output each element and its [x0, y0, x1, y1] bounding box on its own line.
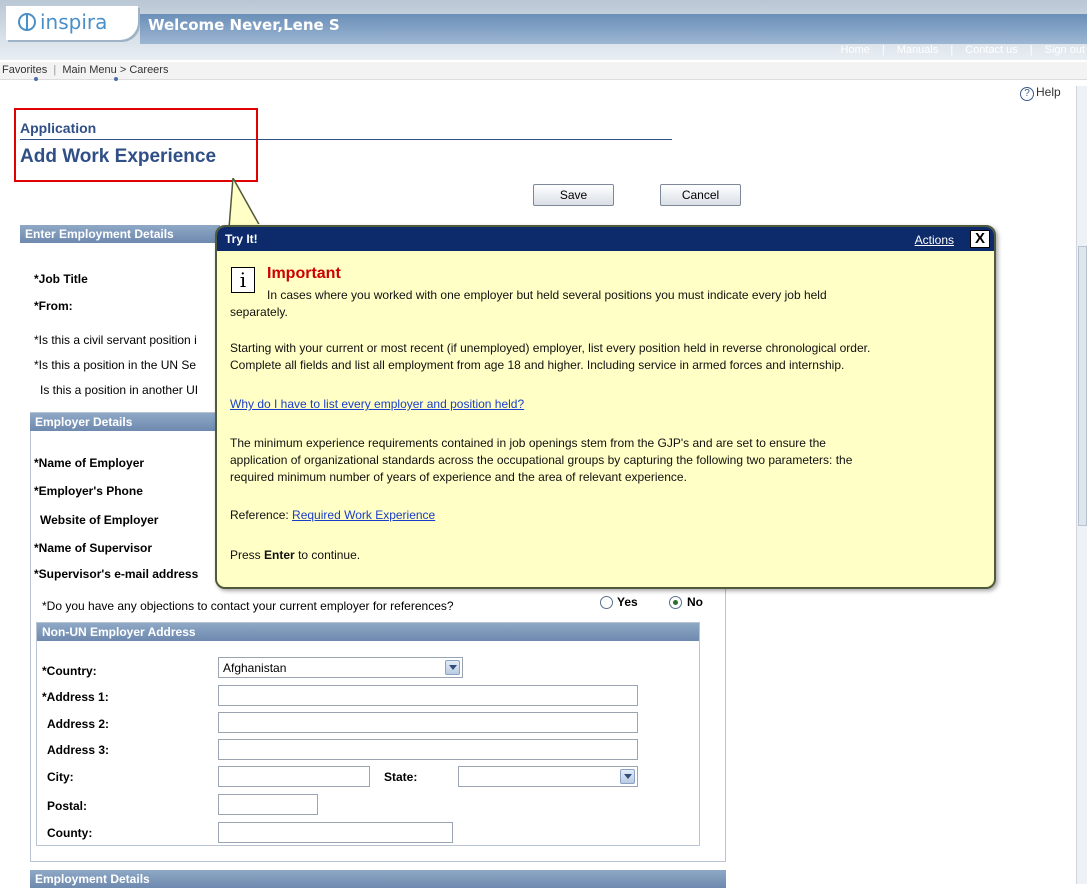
try-it-callout: Try It! Actions X i Important In cases w…: [215, 225, 996, 589]
city-label: City:: [47, 770, 74, 784]
manuals-link[interactable]: Manuals: [885, 44, 951, 56]
country-value: Afghanistan: [223, 661, 287, 675]
address1-label: *Address 1:: [42, 690, 109, 704]
actions-link[interactable]: Actions: [915, 233, 954, 247]
references-question: *Do you have any objections to contact y…: [42, 599, 454, 613]
contact-us-link[interactable]: Contact us: [953, 44, 1030, 56]
para1-line1: In cases where you worked with one emplo…: [267, 288, 827, 302]
employment-details-header: Enter Employment Details: [20, 225, 220, 243]
callout-pointer: [228, 178, 263, 229]
employer-name-label: *Name of Employer: [34, 456, 145, 470]
home-link[interactable]: Home: [829, 44, 882, 56]
help-link[interactable]: ? Help: [1020, 85, 1061, 101]
scrollbar-thumb[interactable]: [1078, 246, 1087, 526]
enter-key-label: Enter: [264, 548, 295, 562]
main-menu-dropdown-icon: [114, 77, 118, 81]
address1-input[interactable]: [218, 685, 638, 706]
address3-label: Address 3:: [47, 743, 110, 757]
callout-header: Try It! Actions X: [217, 227, 994, 251]
chevron-down-icon: [445, 660, 460, 675]
employer-details-header: Employer Details: [30, 413, 220, 431]
county-input[interactable]: [218, 822, 453, 843]
breadcrumb: Favorites | Main Menu > Careers: [0, 62, 1087, 81]
favorites-dropdown-icon: [34, 77, 38, 81]
why-list-link[interactable]: Why do I have to list every employer and…: [230, 397, 524, 411]
country-select[interactable]: Afghanistan: [218, 657, 463, 678]
welcome-message: Welcome Never,Lene S: [148, 16, 340, 34]
careers-crumb[interactable]: Careers: [129, 64, 168, 76]
title-highlight-box: [14, 108, 258, 182]
address2-label: Address 2:: [47, 717, 110, 731]
para3-line1: The minimum experience requirements cont…: [230, 436, 826, 450]
no-label: No: [687, 595, 703, 609]
employer-website-label: Website of Employer: [40, 513, 159, 527]
supervisor-email-label: *Supervisor's e-mail address: [34, 567, 199, 581]
reference-label: Reference:: [230, 508, 289, 522]
favorites-menu[interactable]: Favorites: [2, 64, 47, 76]
state-label: State:: [384, 770, 418, 784]
close-icon[interactable]: X: [970, 230, 990, 248]
reference-line: Reference: Required Work Experience: [230, 507, 435, 524]
cancel-button[interactable]: Cancel: [660, 184, 741, 206]
required-work-experience-link[interactable]: Required Work Experience: [292, 508, 435, 522]
yes-label: Yes: [617, 595, 638, 609]
callout-title: Try It!: [225, 232, 258, 246]
address-panel: [36, 622, 700, 846]
inspira-logo[interactable]: inspira: [6, 6, 138, 40]
press-enter-line: Press Enter to continue.: [230, 548, 361, 562]
postal-label: Postal:: [47, 799, 88, 813]
logo-text: inspira: [40, 10, 108, 34]
para2-line1: Starting with your current or most recen…: [230, 341, 871, 355]
supervisor-name-label: *Name of Supervisor: [34, 541, 153, 555]
other-un-question: Is this a position in another UI: [40, 383, 199, 397]
para3-line3: required minimum number of years of expe…: [230, 470, 687, 484]
postal-input[interactable]: [218, 794, 318, 815]
from-label: *From:: [34, 299, 73, 313]
job-title-label: *Job Title: [34, 272, 88, 286]
employer-phone-label: *Employer's Phone: [34, 484, 143, 498]
city-input[interactable]: [218, 766, 370, 787]
para3-line2: application of organizational standards …: [230, 453, 853, 467]
address-header: Non-UN Employer Address: [37, 623, 699, 641]
top-nav: Home | Manuals | Contact us | Sign out: [829, 44, 1085, 56]
un-globe-icon: [18, 13, 36, 31]
important-heading: Important: [267, 265, 341, 282]
para1-line2: separately.: [230, 305, 288, 319]
no-radio[interactable]: [669, 596, 682, 609]
para2-line2: Complete all fields and list all employm…: [230, 358, 845, 372]
breadcrumb-separator: >: [119, 64, 127, 76]
address2-input[interactable]: [218, 712, 638, 733]
sign-out-link[interactable]: Sign out: [1033, 44, 1085, 56]
state-select[interactable]: [458, 766, 638, 787]
help-label: Help: [1036, 85, 1061, 99]
civil-servant-question: *Is this a civil servant position i: [34, 333, 197, 347]
county-label: County:: [47, 826, 93, 840]
save-button[interactable]: Save: [533, 184, 614, 206]
main-menu[interactable]: Main Menu: [62, 64, 116, 76]
help-icon: ?: [1020, 87, 1034, 101]
address3-input[interactable]: [218, 739, 638, 760]
country-label: *Country:: [42, 664, 97, 678]
info-icon: i: [231, 267, 255, 293]
yes-radio[interactable]: [600, 596, 613, 609]
un-secretariat-question: *Is this a position in the UN Se: [34, 358, 197, 372]
employment-details-bottom-header: Employment Details: [30, 870, 726, 888]
chevron-down-icon: [620, 769, 635, 784]
vertical-scrollbar[interactable]: [1076, 86, 1087, 884]
